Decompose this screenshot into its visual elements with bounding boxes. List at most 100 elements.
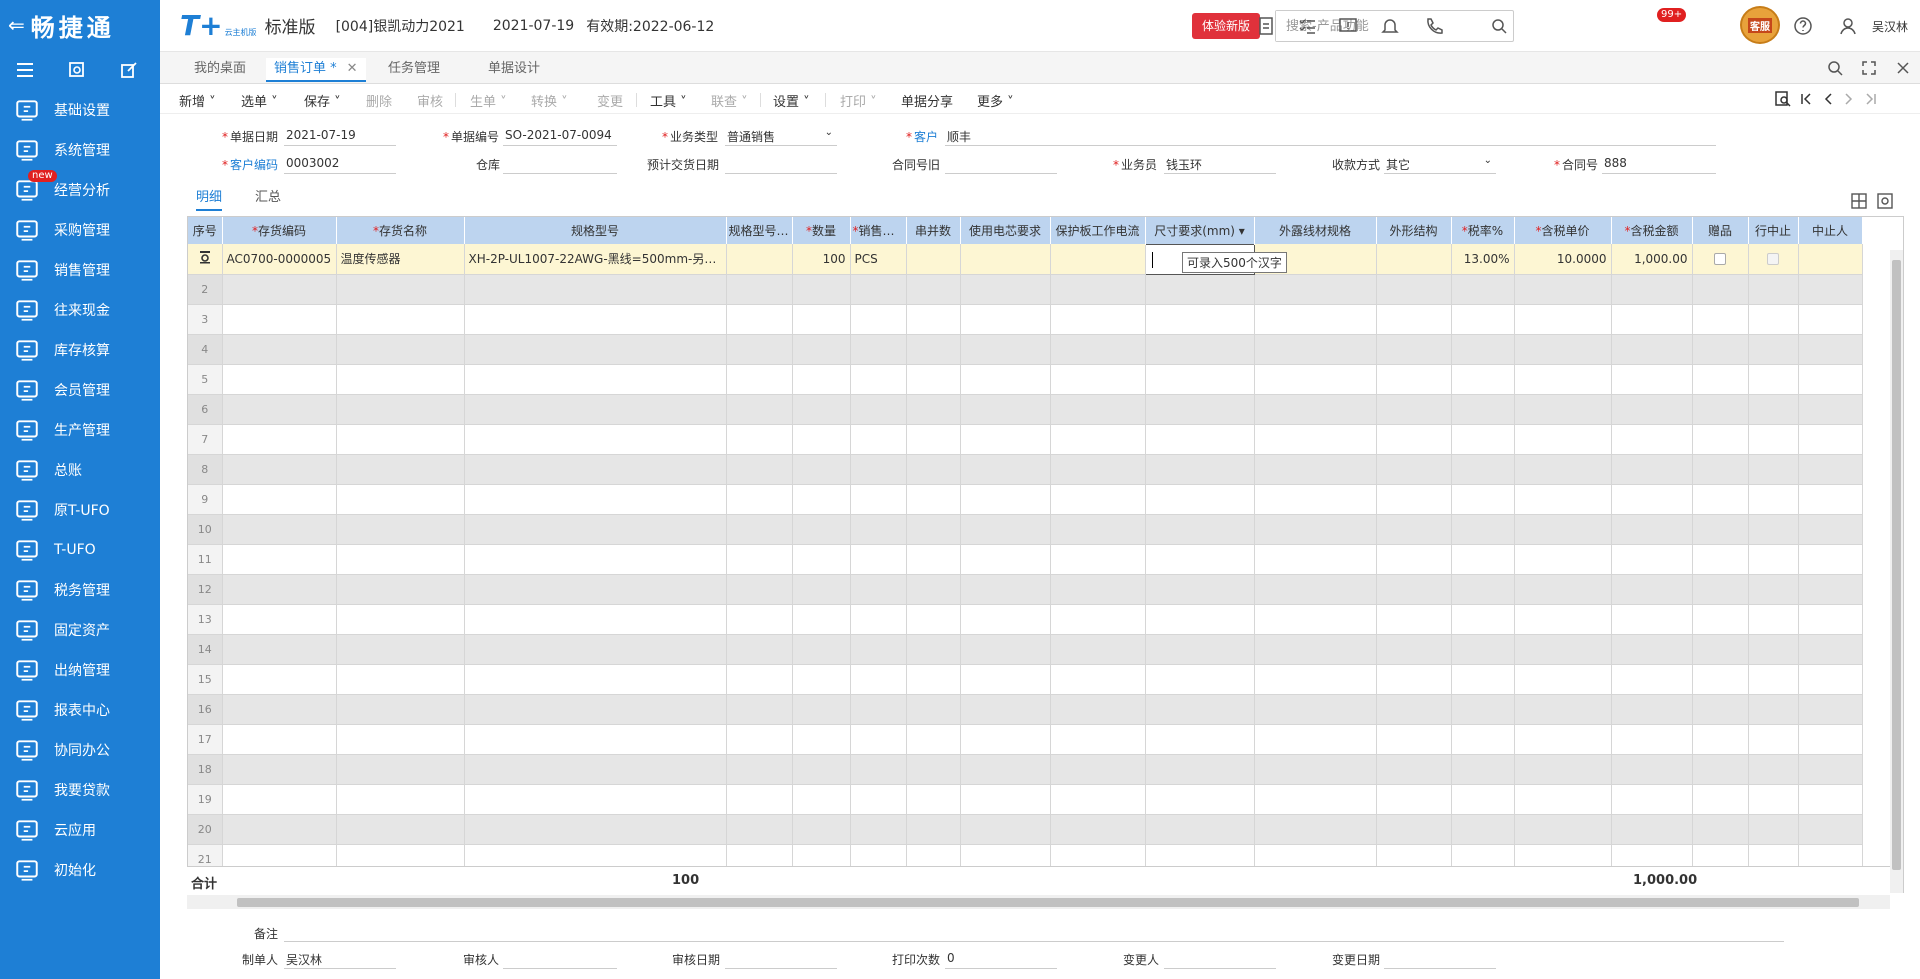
grid-cell[interactable] — [336, 604, 465, 635]
grid-cell[interactable] — [1798, 724, 1863, 755]
grid-cell[interactable] — [1692, 754, 1749, 785]
grid-cell[interactable] — [1748, 484, 1799, 515]
table-row[interactable]: 6 — [188, 394, 1863, 425]
cell-tax[interactable]: 13.00% — [1451, 244, 1515, 275]
grid-cell[interactable] — [792, 454, 851, 485]
last-record-icon[interactable] — [1863, 91, 1879, 107]
cust-code-field[interactable]: 0003002 — [284, 156, 396, 174]
grid-cell[interactable] — [1376, 664, 1452, 695]
grid-cell[interactable] — [1514, 694, 1612, 725]
grid-cell[interactable] — [464, 634, 727, 665]
grid-cell[interactable] — [1692, 484, 1749, 515]
grid-cell[interactable] — [1611, 304, 1693, 335]
grid-cell[interactable] — [1611, 754, 1693, 785]
change-button[interactable]: 变更 — [597, 91, 623, 110]
grid-cell[interactable] — [1050, 754, 1146, 785]
grid-cell[interactable] — [1611, 814, 1693, 845]
table-row[interactable]: 5 — [188, 364, 1863, 395]
grid-cell[interactable] — [960, 754, 1051, 785]
grid-cell[interactable] — [1376, 694, 1452, 725]
table-row[interactable]: 9 — [188, 484, 1863, 515]
sidebar-item-1[interactable]: 系统管理 — [0, 130, 160, 170]
col-header-pcb-current[interactable]: 保护板工作电流 — [1050, 217, 1146, 244]
locate-icon[interactable] — [198, 250, 212, 264]
grid-cell[interactable] — [1514, 484, 1612, 515]
table-row[interactable]: 15 — [188, 664, 1863, 695]
grid-cell[interactable] — [1050, 574, 1146, 605]
grid-cell[interactable] — [1611, 664, 1693, 695]
grid-cell[interactable] — [1451, 634, 1515, 665]
contract-old-field[interactable] — [945, 156, 1057, 174]
grid-cell[interactable] — [1376, 754, 1452, 785]
grid-cell[interactable] — [792, 814, 851, 845]
grid-cell[interactable] — [1514, 814, 1612, 845]
generate-button[interactable]: 生单 ˅ — [470, 91, 507, 110]
grid-cell[interactable] — [1611, 784, 1693, 815]
grid-cell[interactable] — [336, 334, 465, 365]
grid-cell[interactable] — [1050, 514, 1146, 545]
grid-cell[interactable] — [850, 664, 907, 695]
grid-cell[interactable] — [1376, 454, 1452, 485]
grid-cell[interactable] — [336, 634, 465, 665]
grid-cell[interactable] — [1254, 334, 1377, 365]
table-row[interactable]: 16 — [188, 694, 1863, 725]
gift-checkbox[interactable] — [1714, 252, 1726, 265]
cell-shape[interactable] — [1376, 244, 1452, 275]
grid-cell[interactable] — [1748, 754, 1799, 785]
sidebar-item-8[interactable]: 生产管理 — [0, 410, 160, 450]
sidebar-item-10[interactable]: 原T-UFO — [0, 490, 160, 530]
grid-cell[interactable] — [906, 694, 961, 725]
grid-cell[interactable] — [1514, 364, 1612, 395]
grid-cell[interactable] — [222, 424, 337, 455]
grid-cell[interactable] — [726, 514, 793, 545]
grid-cell[interactable] — [792, 694, 851, 725]
edit-menu-icon[interactable] — [120, 61, 138, 79]
grid-cell[interactable] — [792, 574, 851, 605]
grid-cell[interactable] — [464, 424, 727, 455]
grid-cell[interactable] — [792, 604, 851, 635]
grid-cell[interactable] — [1145, 574, 1255, 605]
grid-cell[interactable] — [960, 544, 1051, 575]
grid-cell[interactable] — [1254, 664, 1377, 695]
grid-cell[interactable] — [222, 364, 337, 395]
grid-cell[interactable] — [792, 784, 851, 815]
grid-cell[interactable] — [1254, 634, 1377, 665]
grid-cell[interactable] — [222, 514, 337, 545]
tab-desktop[interactable]: 我的桌面 — [186, 58, 254, 82]
sidebar-item-19[interactable]: 初始化 — [0, 850, 160, 890]
grid-cell[interactable] — [906, 454, 961, 485]
grid-cell[interactable] — [960, 334, 1051, 365]
grid-cell[interactable] — [336, 784, 465, 815]
grid-cell[interactable] — [1254, 754, 1377, 785]
sidebar-item-6[interactable]: 库存核算 — [0, 330, 160, 370]
first-record-icon[interactable] — [1798, 91, 1814, 107]
grid-cell[interactable] — [1254, 364, 1377, 395]
col-header-shape[interactable]: 外形结构 — [1376, 217, 1452, 244]
tasks-icon[interactable] — [1297, 16, 1317, 36]
grid-cell[interactable] — [1145, 814, 1255, 845]
grid-cell[interactable] — [1611, 604, 1693, 635]
grid-cell[interactable] — [1798, 334, 1863, 365]
grid-cell[interactable] — [1798, 364, 1863, 395]
grid-cell[interactable] — [726, 634, 793, 665]
grid-cell[interactable] — [1692, 814, 1749, 845]
grid-cell[interactable] — [792, 754, 851, 785]
grid-cell[interactable] — [1692, 454, 1749, 485]
grid-cell[interactable] — [336, 514, 465, 545]
grid-cell[interactable] — [960, 664, 1051, 695]
grid-cell[interactable] — [960, 304, 1051, 335]
grid-cell[interactable] — [1692, 394, 1749, 425]
grid-cell[interactable] — [1748, 454, 1799, 485]
sidebar-item-4[interactable]: 销售管理 — [0, 250, 160, 290]
new-button[interactable]: 新增 ˅ — [179, 91, 216, 110]
grid-cell[interactable] — [336, 574, 465, 605]
grid-cell[interactable] — [906, 724, 961, 755]
grid-cell[interactable] — [464, 454, 727, 485]
grid-cell[interactable] — [726, 604, 793, 635]
grid-cell[interactable] — [222, 664, 337, 695]
table-row[interactable]: 18 — [188, 754, 1863, 785]
grid-cell[interactable] — [906, 544, 961, 575]
grid-cell[interactable] — [1611, 424, 1693, 455]
cell-unit[interactable]: PCS — [850, 244, 907, 275]
grid-cell[interactable] — [1748, 814, 1799, 845]
